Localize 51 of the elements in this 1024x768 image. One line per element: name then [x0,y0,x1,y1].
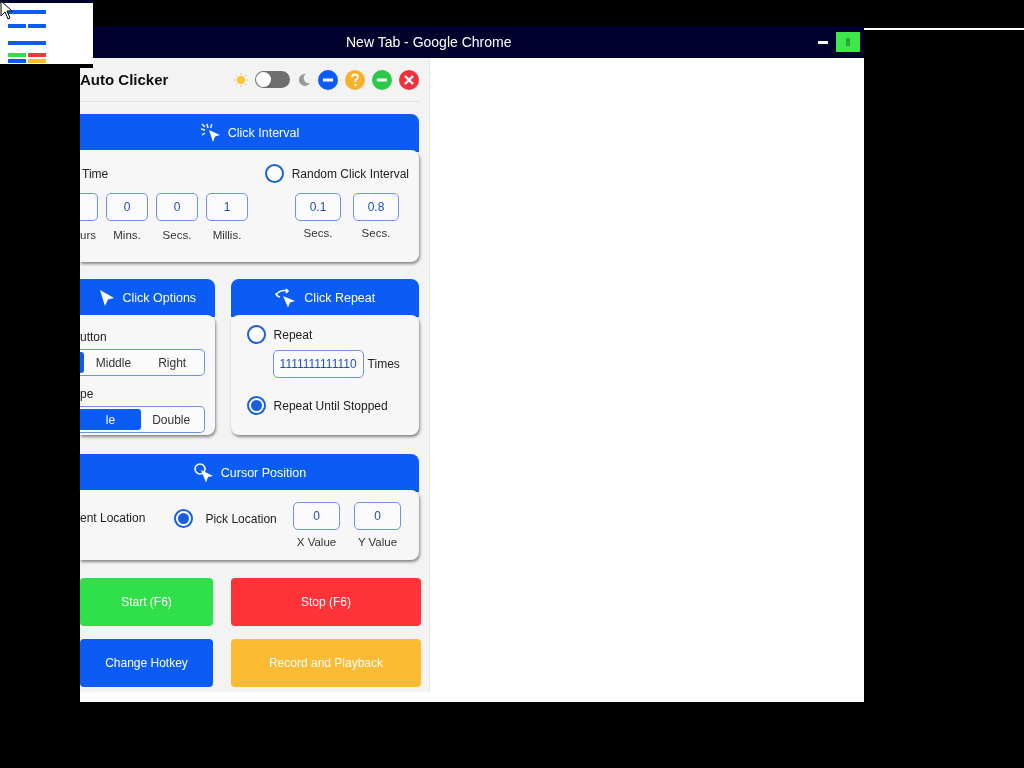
option-label: Random Click Interval [291,166,409,181]
number-field[interactable]: 0 [106,193,148,221]
action-button[interactable]: Stop (F6) [231,578,421,626]
radio-button[interactable] [246,325,266,344]
radio-button[interactable] [174,509,194,528]
theme-toggle[interactable] [255,71,290,88]
close-icon[interactable] [399,69,419,90]
field-label: urs [80,229,96,241]
field-label: Secs. [361,227,391,239]
option-label: ent Location [80,511,146,525]
option-label: Time [82,166,109,181]
action-button[interactable]: Change Hotkey [80,639,213,687]
segment-option[interactable] [80,352,84,373]
moon-icon [297,72,311,87]
coordinate-field[interactable]: 0 [354,502,401,530]
segment-option[interactable]: Double [140,409,202,430]
field-label: Millis. [212,229,242,241]
option-label: Repeat [273,327,313,342]
unit-label: Times [367,357,400,371]
radio-button[interactable] [264,164,284,183]
mouse-pointer-icon [0,0,14,20]
coordinate-field[interactable]: 0 [293,502,340,530]
sun-icon [234,72,248,87]
section-title: Click Repeat [304,291,376,305]
option-label: Pick Location [205,511,277,526]
section-title: Cursor Position [220,466,307,480]
section-title: Click Options [122,291,197,305]
field-label: Secs. [303,227,333,239]
repeat-count-field[interactable]: 1111111111110 [272,350,364,378]
option-label: Repeat Until Stopped [273,398,388,413]
number-field[interactable]: 0.8 [353,193,399,221]
field-label: Y Value [357,536,398,548]
number-field[interactable]: 0.1 [295,193,341,221]
number-field[interactable] [80,193,98,221]
minimize-icon[interactable] [818,40,828,44]
section-title: Click Interval [227,126,300,140]
radio-button[interactable] [246,396,266,415]
cursor-click-icon [199,123,222,143]
cursor-pin-icon [192,463,215,483]
group-label: pe [80,387,94,401]
app-title: Auto Clicker [80,71,169,88]
segment-option[interactable]: le [80,409,141,430]
field-label: Secs. [162,229,192,241]
segment-option[interactable]: Right [142,352,202,373]
field-label: Mins. [113,229,141,241]
number-field[interactable]: 1 [206,193,248,221]
number-field[interactable]: 0 [156,193,198,221]
group-label: utton [80,330,107,344]
segment-option[interactable]: Middle [84,352,143,373]
field-label: X Value [296,536,337,548]
window-title: New Tab - Google Chrome [346,33,512,52]
